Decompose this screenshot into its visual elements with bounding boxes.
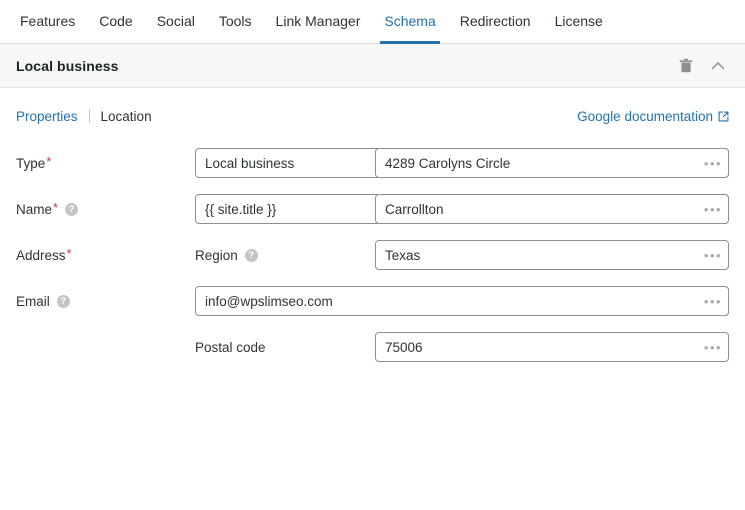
required-marker: * [53,199,59,215]
street-address-input[interactable]: 4289 Carolyns Circle ••• [375,148,729,178]
label-name-text: Name [16,201,53,217]
tab-schema[interactable]: Schema [372,0,447,44]
label-address: Address * [16,245,195,263]
label-postal-code: Postal code [195,340,375,355]
label-email: Email ? [16,294,195,309]
postal-code-input[interactable]: 75006 ••• [375,332,729,362]
label-name: Name * ? [16,199,195,217]
tab-tools[interactable]: Tools [207,0,264,43]
schema-properties-form: Type * Local business Name * ? {{ site.tit… [0,128,745,362]
help-icon[interactable]: ? [65,202,79,216]
tab-license[interactable]: License [543,0,615,43]
name-input-value: {{ site.title }} [205,201,277,217]
ellipsis-icon[interactable]: ••• [696,195,728,223]
label-region-text: Region [195,247,238,263]
subtab-properties[interactable]: Properties [16,109,78,124]
email-input-value: info@wpslimseo.com [205,293,333,309]
label-postal-code-text: Postal code [195,339,266,355]
help-icon[interactable]: ? [244,248,258,262]
tab-code[interactable]: Code [87,0,144,43]
ellipsis-icon[interactable]: ••• [696,333,728,361]
field-row-postal-code: Postal code 75006 ••• [195,324,729,370]
ellipsis-icon[interactable]: ••• [696,287,728,315]
field-row-address: Address* Street address ? 4289 Carolyns … [16,148,729,362]
schema-section-header: Local business [0,44,745,88]
google-documentation-label: Google documentation [577,108,713,124]
google-documentation-link[interactable]: Google documentation [577,109,729,124]
label-address-text: Address [16,247,66,263]
schema-subtab-bar: Properties Location Google documentation [0,88,745,128]
external-link-icon [718,111,729,122]
locality-input-value: Carrollton [385,201,444,217]
postal-code-input-value: 75006 [385,339,423,355]
page-title: Local business [16,57,119,74]
required-marker: * [66,245,72,261]
tab-features[interactable]: Features [8,0,87,43]
email-input[interactable]: info@wpslimseo.com ••• [195,286,729,316]
main-tab-bar: Features Code Social Tools Link Manager … [0,0,745,44]
chevron-up-icon[interactable] [705,53,731,79]
tab-link-manager[interactable]: Link Manager [264,0,373,43]
label-type-text: Type [16,155,46,171]
tab-redirection[interactable]: Redirection [448,0,543,43]
trash-icon[interactable] [673,53,699,79]
ellipsis-icon[interactable]: ••• [696,241,728,269]
help-icon[interactable]: ? [56,294,70,308]
field-row-region: Region ? Texas ••• [195,232,729,278]
label-region: Region ? [195,248,375,263]
label-type: Type * [16,153,195,171]
region-input-value: Texas [385,247,421,263]
tab-social[interactable]: Social [145,0,207,43]
subtab-divider [88,109,90,123]
region-input[interactable]: Texas ••• [375,240,729,270]
ellipsis-icon[interactable]: ••• [696,149,728,177]
locality-input[interactable]: Carrollton ••• [375,194,729,224]
street-address-input-value: 4289 Carolyns Circle [385,155,511,171]
label-email-text: Email [16,293,50,309]
required-marker: * [46,153,52,169]
subtab-location[interactable]: Location [101,109,152,124]
type-select-value: Local business [205,155,295,171]
